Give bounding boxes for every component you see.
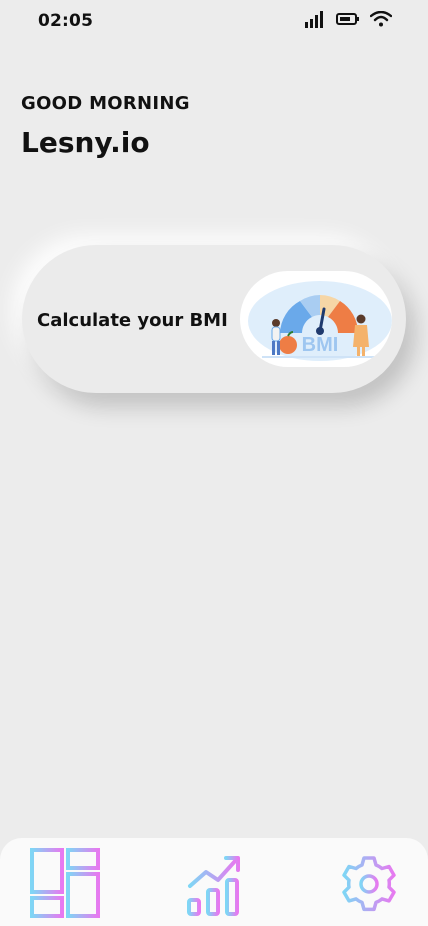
status-icons	[304, 10, 392, 28]
wifi-icon	[370, 11, 392, 27]
nav-dashboard[interactable]	[30, 848, 100, 918]
status-time: 02:05	[38, 11, 94, 31]
signal-icon	[305, 11, 323, 28]
status-bar: 02:05	[0, 0, 428, 44]
battery-icon	[336, 13, 359, 25]
calculate-bmi-label: Calculate your BMI	[37, 310, 228, 331]
bmi-illustration-text: BMI	[302, 334, 339, 356]
nav-statistics[interactable]	[186, 848, 244, 918]
greeting-text: GOOD MORNING	[21, 93, 190, 114]
settings-icon	[342, 856, 396, 912]
chart-icon	[187, 856, 240, 916]
bottom-navigation	[0, 838, 428, 926]
calculate-bmi-card[interactable]: Calculate your BMI BMI	[22, 245, 406, 393]
username-title: Lesny.io	[21, 126, 150, 159]
dashboard-icon	[30, 848, 100, 918]
bmi-illustration: BMI	[240, 271, 392, 367]
nav-settings[interactable]	[340, 848, 398, 918]
